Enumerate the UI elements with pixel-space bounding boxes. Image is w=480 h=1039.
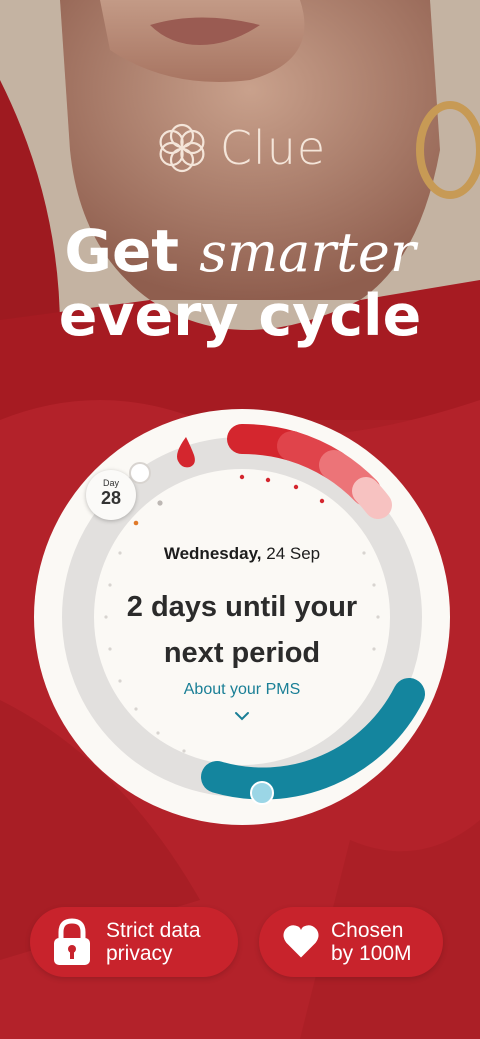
chevron-down-icon[interactable]	[232, 709, 252, 723]
lock-icon	[54, 918, 90, 965]
period-countdown: 2 days until your next period	[126, 591, 358, 669]
about-pms-link[interactable]: About your PMS	[34, 681, 450, 699]
date-line: Wednesday, 24 Sep	[34, 544, 450, 564]
headline-word-smarter: smarter	[199, 221, 416, 284]
brand-logo: Clue	[0, 118, 480, 178]
heart-icon	[283, 925, 319, 958]
privacy-badge-label: Strict data privacy	[106, 919, 201, 965]
privacy-badge: Strict data privacy	[30, 907, 238, 977]
clue-flower-icon	[159, 123, 205, 173]
users-badge-label: Chosen by 100M	[331, 919, 412, 965]
weekday: Wednesday,	[163, 544, 262, 563]
headline-line-2: every cycle	[58, 283, 422, 350]
brand-name: Clue	[219, 121, 327, 175]
dial-content: Wednesday, 24 Sep 2 days until your next …	[34, 409, 450, 825]
headline-word-get: Get	[64, 217, 180, 285]
date: 24 Sep	[266, 544, 321, 563]
cycle-dial: Day 28 Wednesday, 24 Sep 2 days until yo…	[34, 409, 450, 825]
headline-line-1: Get smarter	[0, 218, 480, 284]
headline: Get smarter every cycle	[0, 218, 480, 349]
users-badge: Chosen by 100M	[259, 907, 443, 977]
